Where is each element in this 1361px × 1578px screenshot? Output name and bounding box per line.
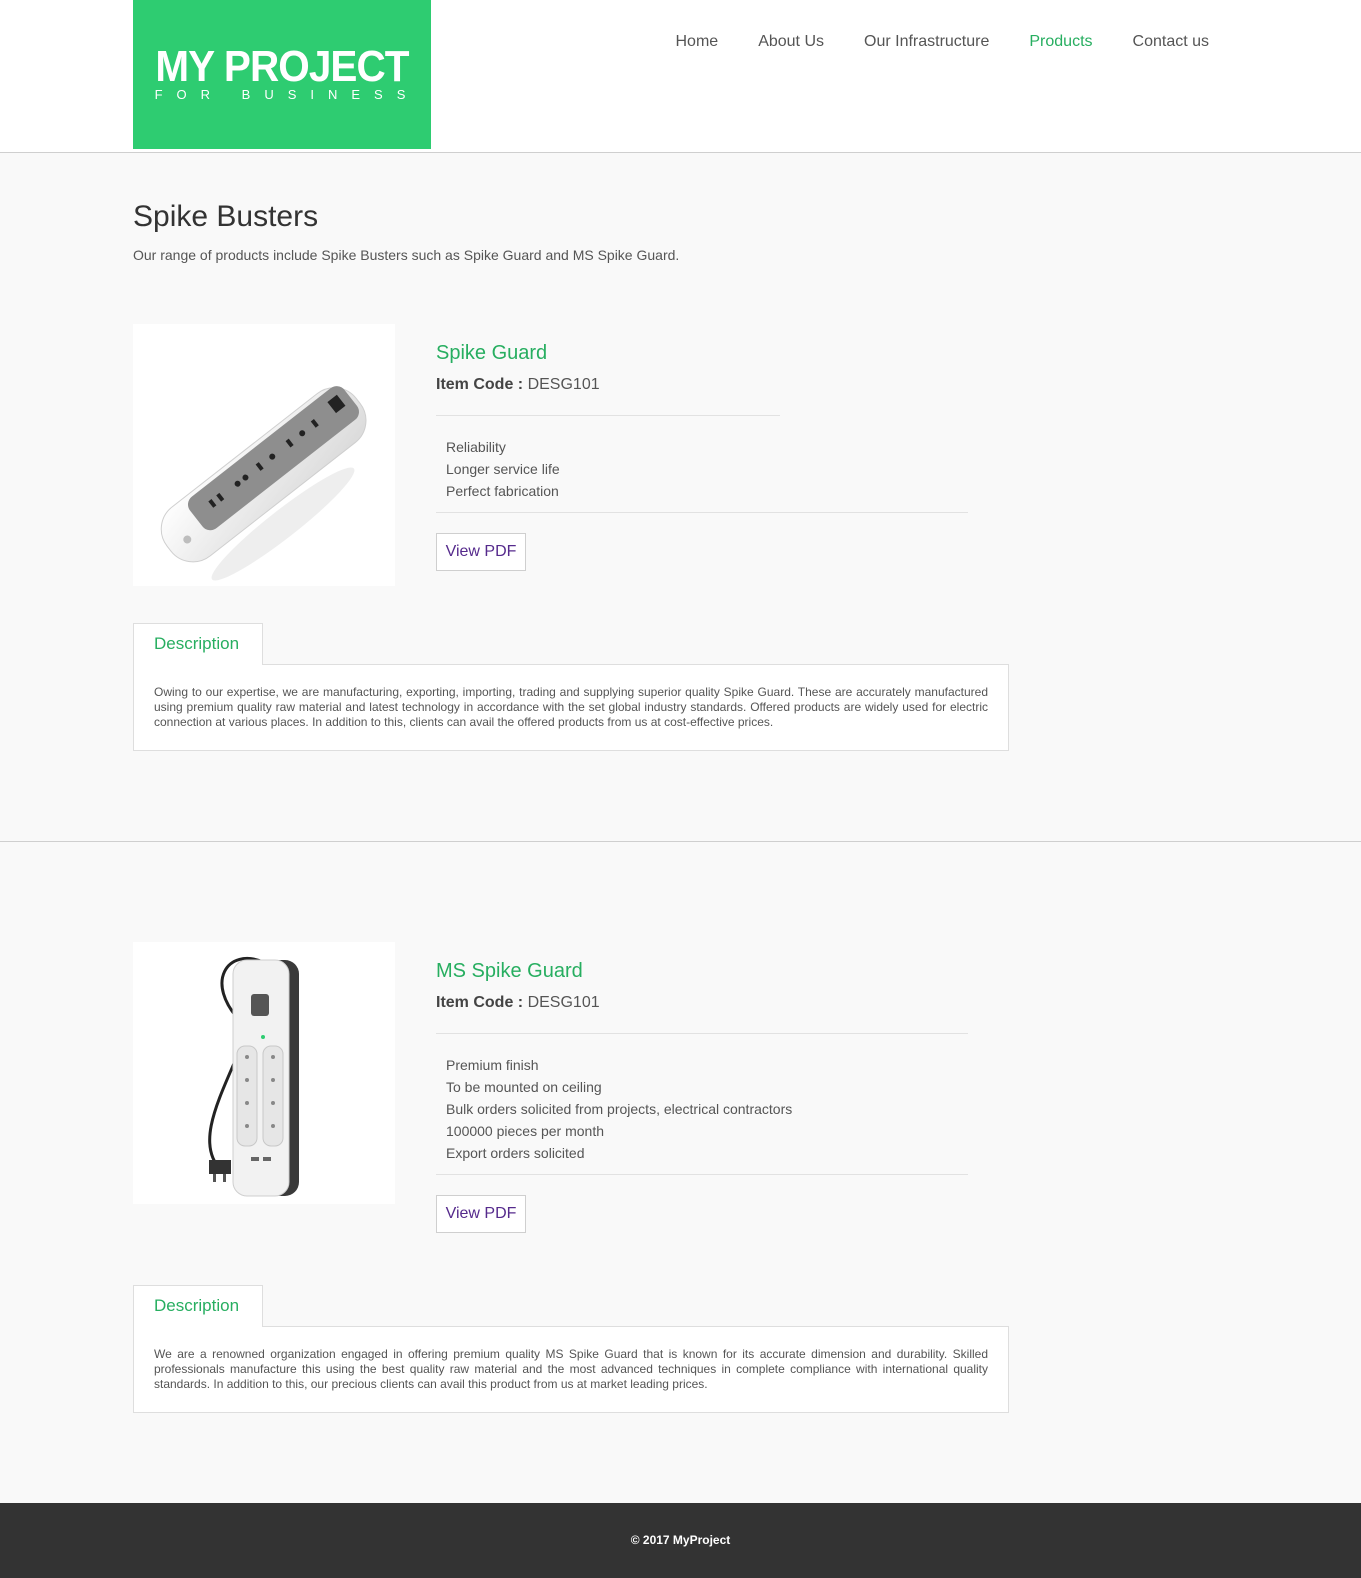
product-image-ms-spike-guard[interactable] [133,942,395,1204]
page-intro: Our range of products include Spike Bust… [133,247,680,263]
nav-item-about-us[interactable]: About Us [758,32,824,52]
feature-item: Export orders solicited [446,1145,585,1161]
feature-item: Longer service life [446,461,560,477]
feature-item: Premium finish [446,1057,539,1073]
divider [436,512,968,513]
view-pdf-button[interactable]: View PDF [436,533,526,571]
copyright-text: © 2017 MyProject [630,1533,731,1547]
page-title: Spike Busters [133,200,319,233]
item-code-value: DESG101 [527,376,600,393]
divider [436,1174,968,1175]
section-divider [0,841,1361,842]
item-code: Item Code : DESG101 [436,376,600,394]
item-code: Item Code : DESG101 [436,994,600,1012]
spike-guard-image [160,386,367,581]
tab-description[interactable]: Description [133,623,263,665]
ms-spike-guard-image [208,956,299,1197]
nav-item-our-infrastructure[interactable]: Our Infrastructure [864,32,989,52]
description-panel: We are a renowned organization engaged i… [133,1326,1009,1413]
site-footer: © 2017 MyProject [0,1503,1361,1578]
feature-item: Bulk orders solicited from projects, ele… [446,1101,793,1117]
logo-title: MY PROJECT [155,42,409,91]
logo-tagline: FOR BUSINESS [154,87,420,102]
feature-item: Perfect fabrication [446,483,559,499]
site-logo[interactable]: MY PROJECT FOR BUSINESS [133,0,431,149]
feature-list: Premium finish To be mounted on ceiling … [446,1054,792,1164]
nav-item-contact-us[interactable]: Contact us [1133,32,1209,52]
nav-item-products[interactable]: Products [1029,32,1092,52]
main-nav: Home About Us Our Infrastructure Product… [636,32,1210,52]
feature-item: 100000 pieces per month [446,1123,604,1139]
view-pdf-button[interactable]: View PDF [436,1195,526,1233]
divider [436,1033,968,1034]
description-text: Owing to our expertise, we are manufactu… [154,685,988,729]
description-panel: Owing to our expertise, we are manufactu… [133,664,1009,751]
product-title: Spike Guard [436,342,548,364]
product-title: MS Spike Guard [436,960,583,982]
divider [436,415,780,416]
item-code-value: DESG101 [527,994,600,1011]
site-header: MY PROJECT FOR BUSINESS Home About Us Ou… [0,0,1361,153]
feature-list: Reliability Longer service life Perfect … [446,436,560,502]
item-code-label: Item Code : [436,376,524,393]
nav-item-home[interactable]: Home [676,32,719,52]
description-text: We are a renowned organization engaged i… [154,1347,988,1391]
tab-description[interactable]: Description [133,1285,263,1327]
item-code-label: Item Code : [436,994,524,1011]
feature-item: To be mounted on ceiling [446,1079,602,1095]
product-image-spike-guard[interactable] [133,324,395,586]
feature-item: Reliability [446,439,506,455]
